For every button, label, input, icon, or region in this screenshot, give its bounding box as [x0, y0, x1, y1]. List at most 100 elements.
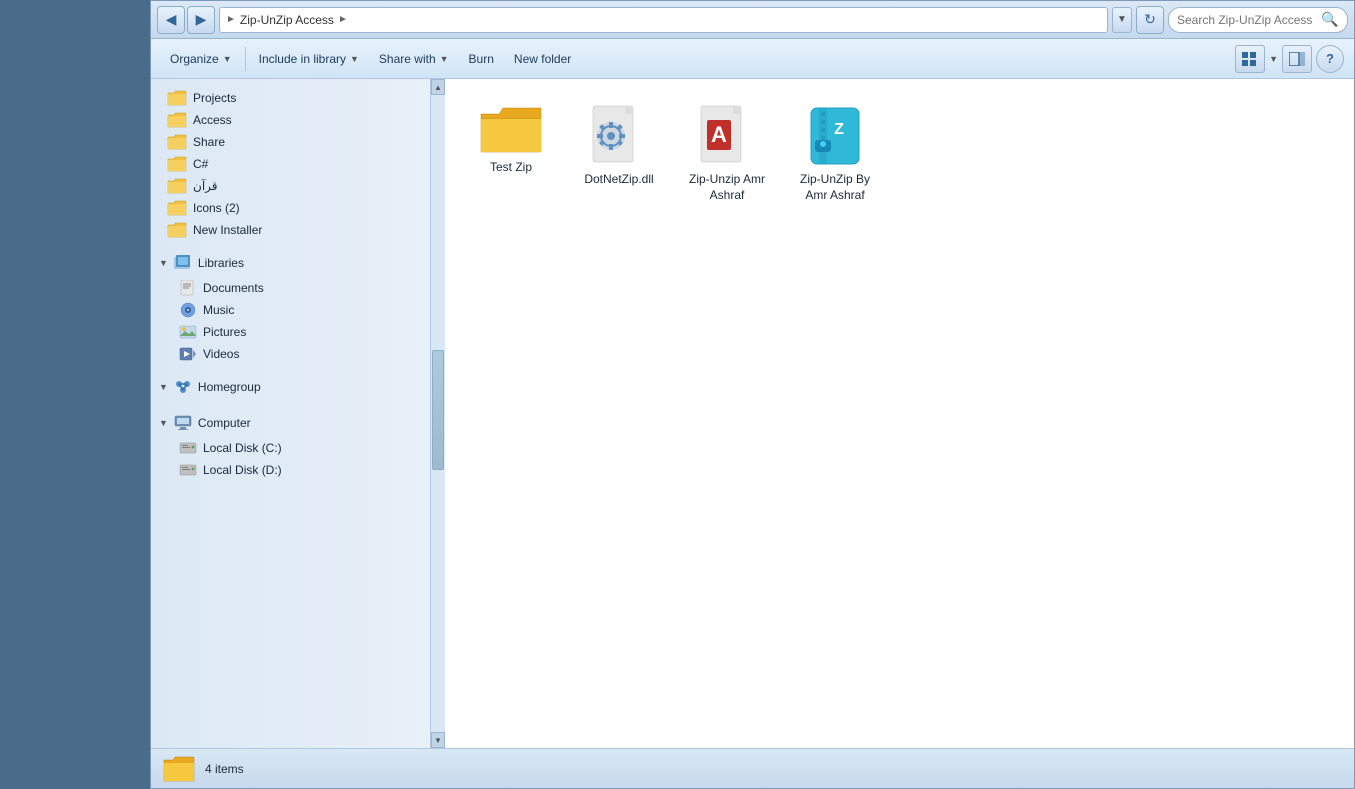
new-folder-label: New folder: [514, 52, 571, 66]
organize-arrow-icon: ▼: [223, 54, 232, 64]
sidebar-item-projects[interactable]: Projects: [151, 87, 430, 109]
search-icon[interactable]: 🔍: [1321, 11, 1338, 28]
status-folder-icon: [163, 755, 195, 783]
content-area: Test Zip: [445, 79, 1354, 748]
sidebar-label-share: Share: [193, 135, 225, 149]
drive-c-icon: [179, 440, 197, 456]
burn-button[interactable]: Burn: [460, 44, 503, 74]
drive-d-icon: [179, 462, 197, 478]
address-dropdown-button[interactable]: ▼: [1112, 7, 1132, 33]
refresh-button[interactable]: ↻: [1136, 6, 1164, 34]
view-dropdown-arrow-icon: ▼: [1269, 54, 1278, 64]
share-with-button[interactable]: Share with ▼: [370, 44, 458, 74]
sidebar-scrollbar[interactable]: ▲ ▼: [431, 79, 445, 748]
help-label: ?: [1326, 51, 1334, 66]
folder-icon: [167, 90, 187, 106]
sidebar-item-access[interactable]: Access: [151, 109, 430, 131]
organize-label: Organize: [170, 52, 219, 66]
view-icons-button[interactable]: [1235, 45, 1265, 73]
file-label-test-zip: Test Zip: [490, 160, 532, 176]
sidebar-label-quran: قرآن: [193, 179, 218, 193]
computer-icon: [174, 415, 192, 431]
path-arrow-icon: ►: [338, 14, 348, 25]
sidebar-item-pictures[interactable]: Pictures: [151, 321, 430, 343]
scroll-thumb[interactable]: [432, 350, 444, 470]
share-with-label: Share with: [379, 52, 436, 66]
toolbar-separator-1: [245, 47, 246, 71]
sidebar-label-local-disk-c: Local Disk (C:): [203, 441, 282, 455]
libraries-section-arrow-icon: ▼: [159, 258, 168, 268]
include-in-library-button[interactable]: Include in library ▼: [250, 44, 368, 74]
folder-icon: [167, 112, 187, 128]
file-label-zip-unzip-access: Zip-Unzip Amr Ashraf: [682, 172, 772, 203]
homegroup-section-arrow-icon: ▼: [159, 382, 168, 392]
svg-text:Z: Z: [834, 121, 844, 138]
sidebar-label-pictures: Pictures: [203, 325, 246, 339]
sidebar-item-local-disk-d[interactable]: Local Disk (D:): [151, 459, 430, 481]
back-button[interactable]: ◀: [157, 6, 185, 34]
path-separator-icon: ►: [226, 14, 236, 25]
file-label-dotnetzip: DotNetZip.dll: [584, 172, 653, 188]
sidebar-item-icons[interactable]: Icons (2): [151, 197, 430, 219]
address-path[interactable]: ► Zip-UnZip Access ►: [219, 7, 1108, 33]
path-label: Zip-UnZip Access: [240, 13, 334, 27]
sidebar-item-documents[interactable]: Documents: [151, 277, 430, 299]
sidebar-label-videos: Videos: [203, 347, 239, 361]
sidebar-item-videos[interactable]: Videos: [151, 343, 430, 365]
libraries-icon: [174, 255, 192, 271]
sidebar-label-projects: Projects: [193, 91, 236, 105]
file-item-dotnetzip-dll[interactable]: DotNetZip.dll: [569, 95, 669, 212]
sidebar-section-libraries[interactable]: ▼ Libraries: [151, 249, 430, 277]
dll-file-icon: [589, 104, 649, 168]
sidebar-label-libraries: Libraries: [198, 256, 244, 270]
zip-app-icon: Z: [805, 104, 865, 168]
main-area: Projects Access Share: [151, 79, 1354, 748]
folder-icon: [167, 134, 187, 150]
help-button[interactable]: ?: [1316, 45, 1344, 73]
address-bar: ◀ ▶ ► Zip-UnZip Access ► ▼ ↻ 🔍: [151, 1, 1354, 39]
sidebar: Projects Access Share: [151, 79, 431, 748]
sidebar-section-homegroup[interactable]: ▼ Homegroup: [151, 373, 430, 401]
file-label-zip-unzip-app: Zip-UnZip By Amr Ashraf: [790, 172, 880, 203]
include-library-arrow-icon: ▼: [350, 54, 359, 64]
search-input[interactable]: [1177, 13, 1317, 27]
sidebar-item-csharp[interactable]: C#: [151, 153, 430, 175]
forward-button[interactable]: ▶: [187, 6, 215, 34]
scroll-track[interactable]: [431, 95, 445, 732]
music-icon: [179, 302, 197, 318]
sidebar-label-computer: Computer: [198, 416, 251, 430]
folder-icon: [167, 200, 187, 216]
file-item-zip-unzip-app[interactable]: Z Zip-UnZip By Amr Ashraf: [785, 95, 885, 212]
view-dropdown-button[interactable]: ▼: [1269, 54, 1278, 64]
preview-pane-button[interactable]: [1282, 45, 1312, 73]
new-folder-button[interactable]: New folder: [505, 44, 580, 74]
sidebar-section-computer[interactable]: ▼ Computer: [151, 409, 430, 437]
sidebar-item-music[interactable]: Music: [151, 299, 430, 321]
sidebar-label-new-installer: New Installer: [193, 223, 262, 237]
scroll-down-button[interactable]: ▼: [431, 732, 445, 748]
file-item-test-zip[interactable]: Test Zip: [461, 95, 561, 212]
sidebar-item-quran[interactable]: قرآن: [151, 175, 430, 197]
share-arrow-icon: ▼: [440, 54, 449, 64]
sidebar-item-new-installer[interactable]: New Installer: [151, 219, 430, 241]
scroll-up-button[interactable]: ▲: [431, 79, 445, 95]
pictures-icon: [179, 324, 197, 340]
folder-icon: [167, 222, 187, 238]
status-item-count: 4 items: [205, 762, 244, 776]
folder-icon: [167, 178, 187, 194]
file-item-zip-unzip-access[interactable]: A Zip-Unzip Amr Ashraf: [677, 95, 777, 212]
folder-icon: [167, 156, 187, 172]
computer-section-arrow-icon: ▼: [159, 418, 168, 428]
toolbar: Organize ▼ Include in library ▼ Share wi…: [151, 39, 1354, 79]
sidebar-item-share[interactable]: Share: [151, 131, 430, 153]
sidebar-label-access: Access: [193, 113, 232, 127]
include-in-library-label: Include in library: [259, 52, 346, 66]
homegroup-icon: [174, 379, 192, 395]
sidebar-label-documents: Documents: [203, 281, 264, 295]
access-file-icon: A: [697, 104, 757, 168]
videos-icon: [179, 346, 197, 362]
sidebar-item-local-disk-c[interactable]: Local Disk (C:): [151, 437, 430, 459]
documents-icon: [179, 280, 197, 296]
burn-label: Burn: [469, 52, 494, 66]
organize-button[interactable]: Organize ▼: [161, 44, 241, 74]
